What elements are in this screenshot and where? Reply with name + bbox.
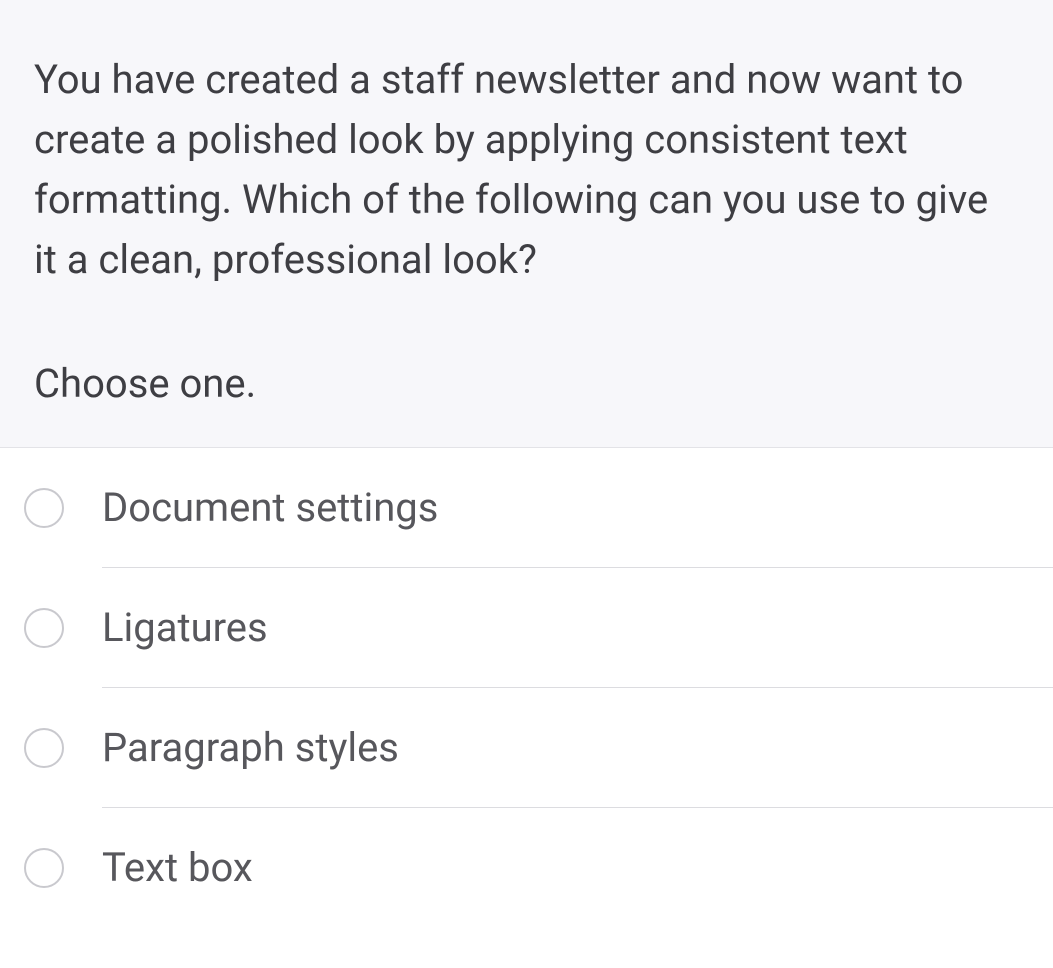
option-label: Ligatures [102,604,268,651]
option-content: Ligatures [24,604,1029,651]
option-label: Paragraph styles [102,724,399,771]
option-label: Text box [102,844,253,891]
option-label: Document settings [102,484,438,531]
option-content: Document settings [24,484,1029,531]
option-paragraph-styles[interactable]: Paragraph styles [0,688,1053,807]
radio-icon [24,488,64,528]
option-content: Paragraph styles [24,724,1029,771]
question-text: You have created a staff newsletter and … [34,50,1019,290]
question-header: You have created a staff newsletter and … [0,0,1053,448]
options-list: Document settings Ligatures Paragraph st… [0,448,1053,927]
option-document-settings[interactable]: Document settings [0,448,1053,567]
radio-icon [24,608,64,648]
radio-icon [24,848,64,888]
option-text-box[interactable]: Text box [0,808,1053,927]
radio-icon [24,728,64,768]
option-content: Text box [24,844,1029,891]
option-ligatures[interactable]: Ligatures [0,568,1053,687]
question-instruction: Choose one. [34,360,1019,407]
